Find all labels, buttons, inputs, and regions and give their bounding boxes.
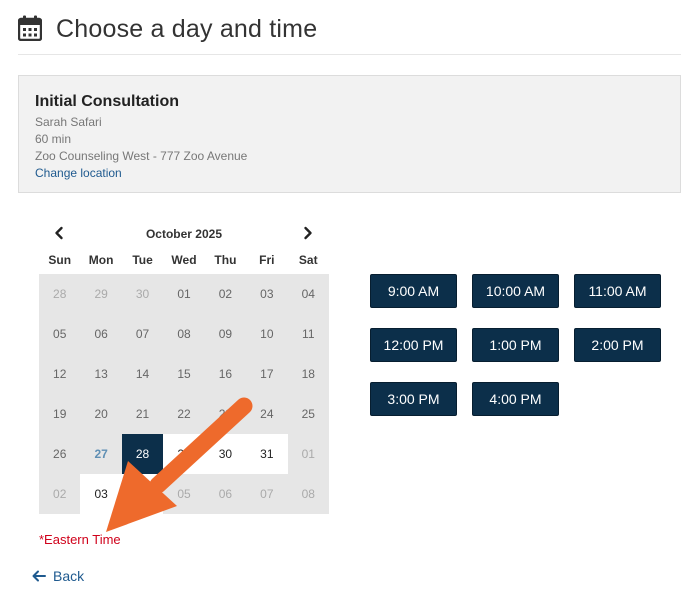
calendar-day-grid: 28 29 30 01 02 03 04 05 06 07 08 09 10 11 12 13 14 15 16 17… (39, 274, 329, 514)
back-label: Back (53, 568, 85, 584)
calendar-day: 02 (218, 287, 233, 301)
back-button[interactable]: Back (32, 568, 84, 584)
weekday-label: Mon (88, 253, 114, 267)
calendar-day: 04 (301, 287, 315, 301)
calendar-day: 17 (260, 367, 274, 381)
page-title: Choose a day and time (56, 15, 318, 43)
calendar-day: 12 (53, 367, 67, 381)
calendar-day: 26 (53, 447, 67, 461)
calendar-day: 27 (94, 447, 108, 461)
chevron-right-icon[interactable] (300, 225, 316, 241)
calendar-day: 05 (53, 327, 67, 341)
calendar-day: 01 (177, 287, 191, 301)
weekday-label: Thu (214, 253, 237, 267)
calendar-day: 08 (301, 487, 315, 501)
calendar-day: 28 (53, 287, 67, 301)
calendar-day: 15 (177, 367, 191, 381)
calendar-day[interactable]: 29 (163, 434, 205, 474)
calendar-day: 06 (94, 327, 108, 341)
calendar-day: 08 (177, 327, 191, 341)
calendar-day: 23 (218, 407, 233, 421)
calendar-day: 19 (53, 407, 67, 421)
calendar-day: 06 (218, 487, 233, 501)
calendar-day: 09 (218, 327, 233, 341)
calendar-day: 11 (302, 327, 315, 341)
calendar-day: 07 (260, 487, 274, 501)
date-picker: October 2025 Sun Mon Tue Wed Thu Fri Sat 28 29 3… (39, 222, 329, 514)
timezone-note: *Eastern Time (39, 532, 121, 547)
calendar-day: 10 (260, 327, 274, 341)
time-slot-list: 9:00 AM 10:00 AM 11:00 AM 12:00 PM 1:00 PM 2:… (370, 274, 661, 416)
calendar-day: 13 (94, 367, 108, 381)
calendar-day: 02 (53, 487, 67, 501)
calendar-day[interactable]: 03 (80, 474, 122, 514)
calendar-month-label: October 2025 (145, 227, 223, 241)
calendar-day: 22 (177, 407, 191, 421)
calendar-day: 25 (301, 407, 315, 421)
calendar-day: 18 (301, 367, 315, 381)
calendar-header: October 2025 (39, 222, 329, 246)
calendar-day: 30 (135, 287, 150, 301)
calendar-day[interactable]: 31 (246, 434, 288, 474)
time-slot-button[interactable]: 12:00 PM (370, 328, 457, 362)
weekday-label: Sat (298, 253, 318, 267)
calendar-day: 29 (94, 287, 108, 301)
time-slot-button[interactable]: 9:00 AM (370, 274, 457, 308)
weekday-label: Wed (171, 253, 197, 267)
appointment-summary: Initial Consultation Sarah Safari 60 min… (18, 75, 681, 193)
arrow-left-icon (32, 570, 46, 582)
calendar-day: 01 (301, 447, 315, 461)
weekday-header-row: Sun Mon Tue Wed Thu Fri Sat (39, 246, 329, 274)
calendar-day: 16 (218, 367, 233, 381)
weekday-label: Sun (48, 253, 72, 267)
weekday-label: Tue (132, 253, 153, 267)
calendar-day-selected[interactable]: 28 (121, 434, 164, 474)
calendar-day: 24 (260, 407, 274, 421)
time-slot-button[interactable]: 4:00 PM (472, 382, 559, 416)
calendar-day: 03 (260, 287, 274, 301)
time-slot-button[interactable]: 3:00 PM (370, 382, 457, 416)
appointment-duration: 60 min (35, 132, 72, 146)
time-slot-button[interactable]: 2:00 PM (574, 328, 661, 362)
calendar-day[interactable]: 04 (121, 474, 164, 514)
calendar-day: 05 (177, 487, 191, 501)
time-slot-button[interactable]: 10:00 AM (472, 274, 559, 308)
weekday-label: Fri (259, 253, 275, 267)
change-location-link[interactable]: Change location (35, 166, 122, 180)
calendar-day: 20 (94, 407, 108, 421)
provider-name: Sarah Safari (35, 115, 102, 129)
appointment-title: Initial Consultation (35, 93, 179, 110)
calendar-day: 14 (135, 367, 150, 381)
calendar-day: 07 (135, 327, 150, 341)
time-slot-button[interactable]: 11:00 AM (574, 274, 661, 308)
appointment-location: Zoo Counseling West - 777 Zoo Avenue (35, 149, 248, 163)
calendar-icon (18, 15, 42, 41)
page-header: Choose a day and time (18, 12, 681, 55)
calendar-day: 21 (135, 407, 150, 421)
calendar-day[interactable]: 30 (204, 434, 247, 474)
time-slot-button[interactable]: 1:00 PM (472, 328, 559, 362)
